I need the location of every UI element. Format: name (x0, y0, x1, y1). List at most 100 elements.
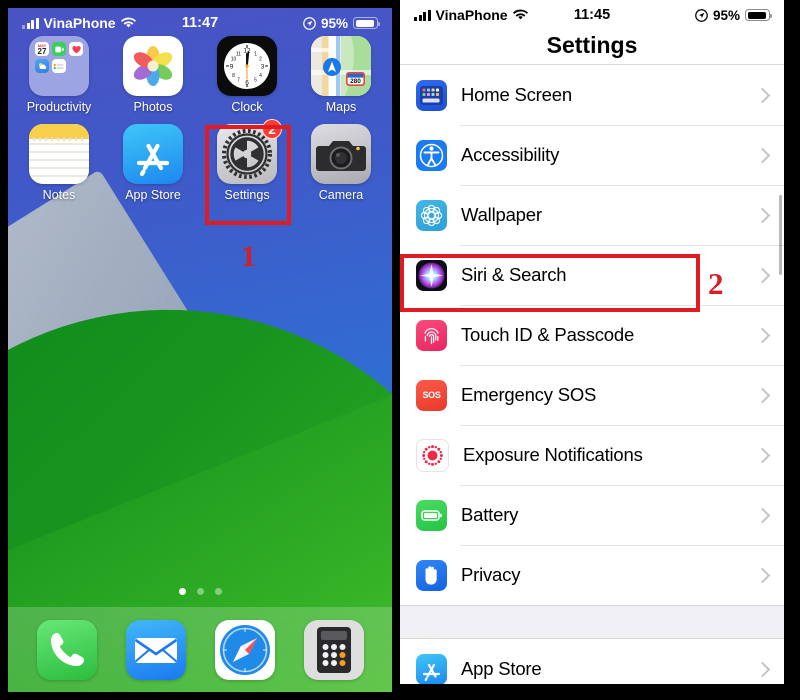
screenshot-root: VinaPhone 11:47 95% MAY 27 Productivity … (0, 0, 800, 700)
svg-text:11: 11 (236, 52, 241, 58)
app-icon-wrap: 280 (311, 36, 371, 96)
status-bar-right: 95% (303, 15, 380, 31)
settings-row-exposure-notifications[interactable]: Exposure Notifications (400, 425, 784, 485)
highlight-box-settings-app (205, 125, 291, 225)
battery-icon (353, 17, 380, 29)
clock-icon: 12 3 6 9 1 2 4 5 7 8 10 11 (217, 36, 277, 96)
page-indicator-dots[interactable] (8, 588, 392, 595)
svg-text:6: 6 (245, 80, 249, 87)
app-app-store[interactable]: App Store (106, 124, 200, 202)
chevron-right-icon (754, 267, 771, 283)
settings-row-label: Wallpaper (461, 204, 542, 225)
settings-row-label: Accessibility (461, 144, 560, 165)
location-arrow-icon (695, 8, 708, 22)
settings-row-battery[interactable]: Battery (400, 485, 784, 545)
wifi-icon (512, 9, 528, 20)
carrier-name: VinaPhone (435, 7, 508, 23)
settings-row-label: Home Screen (461, 84, 572, 105)
weather-icon (35, 59, 49, 73)
chevron-right-icon (754, 447, 771, 463)
maps-icon: 280 (311, 36, 371, 96)
app-clock[interactable]: 12 3 6 9 1 2 4 5 7 8 10 11 Clock (200, 36, 294, 114)
folder-productivity-icon: MAY 27 (29, 36, 89, 96)
calculator-icon (303, 619, 364, 680)
health-icon (69, 42, 83, 56)
app-maps[interactable]: 280 Maps (294, 36, 388, 114)
dock-app-safari[interactable] (214, 619, 275, 680)
settings-row-emergency-sos[interactable]: SOS Emergency SOS (400, 365, 784, 425)
page-dot-3[interactable] (214, 588, 222, 595)
app-label: App Store (125, 188, 181, 202)
list-scroll-indicator[interactable] (778, 195, 782, 275)
chevron-right-icon (754, 327, 771, 343)
exposure-notifications-icon (416, 438, 449, 472)
cellular-bars-icon (22, 17, 39, 29)
app-icon-wrap (311, 124, 371, 184)
app-label: Camera (318, 188, 364, 202)
chevron-right-icon (754, 87, 771, 103)
dock-app-phone[interactable] (36, 619, 97, 680)
page-title: Settings (400, 26, 784, 64)
app-photos[interactable]: Photos (106, 36, 200, 114)
annotation-number-1: 1 (241, 240, 256, 273)
settings-row-label: Exposure Notifications (463, 444, 643, 465)
chevron-right-icon (754, 147, 771, 163)
status-bar-left: VinaPhone (22, 15, 136, 31)
home-screen-icon (416, 79, 447, 111)
app-store-icon (123, 124, 183, 184)
battery-percent: 95% (712, 7, 740, 23)
app-notes[interactable]: Notes (12, 124, 106, 202)
chevron-right-icon (754, 567, 771, 583)
battery-icon (745, 9, 772, 21)
svg-text:8: 8 (232, 73, 235, 79)
app-icon-wrap: MAY 27 (29, 36, 89, 96)
chevron-right-icon (754, 507, 771, 523)
app-camera[interactable]: Camera (294, 124, 388, 202)
app-icon-wrap (123, 36, 183, 96)
highlight-box-touch-id-row (400, 254, 700, 312)
dock-app-calculator[interactable] (303, 619, 364, 680)
battery-settings-icon (416, 499, 447, 531)
right-phone-screen: VinaPhone 11:45 95% Settings Home Screen… (400, 0, 784, 684)
chevron-right-icon (754, 661, 771, 677)
chevron-right-icon (754, 387, 771, 403)
settings-row-touch-id-passcode[interactable]: Touch ID & Passcode (400, 305, 784, 365)
svg-text:2: 2 (259, 57, 262, 63)
svg-text:9: 9 (230, 64, 234, 71)
facetime-icon (52, 42, 66, 56)
page-dot-1[interactable] (178, 588, 186, 595)
svg-text:4: 4 (259, 73, 262, 79)
touch-id-fingerprint-icon (416, 319, 447, 351)
home-dock (8, 607, 392, 692)
settings-row-accessibility[interactable]: Accessibility (400, 125, 784, 185)
app-icon-wrap (29, 124, 89, 184)
app-icon-wrap (123, 124, 183, 184)
dock-app-mail[interactable] (125, 619, 186, 680)
settings-row-label: Privacy (461, 564, 521, 585)
wifi-icon (120, 17, 136, 28)
annotation-number-2: 2 (708, 266, 724, 301)
app-label: Notes (42, 188, 76, 202)
settings-row-label: Battery (461, 504, 519, 525)
wallpaper-icon (416, 199, 447, 231)
app-productivity[interactable]: MAY 27 Productivity (12, 36, 106, 114)
status-bar-left: VinaPhone (414, 7, 528, 23)
app-label: Maps (325, 100, 357, 114)
settings-row-privacy[interactable]: Privacy (400, 545, 784, 605)
settings-row-app-store[interactable]: App Store (400, 639, 784, 684)
app-label: Clock (231, 100, 263, 114)
page-dot-2[interactable] (196, 588, 204, 595)
calendar-icon: MAY 27 (35, 42, 49, 56)
sos-icon: SOS (416, 379, 447, 411)
settings-row-wallpaper[interactable]: Wallpaper (400, 185, 784, 245)
settings-row-home-screen[interactable]: Home Screen (400, 65, 784, 125)
status-bar-right: 95% (695, 7, 772, 23)
safari-compass-icon (214, 619, 275, 680)
camera-icon (311, 124, 371, 184)
svg-text:7: 7 (237, 78, 240, 84)
notes-icon (29, 124, 89, 184)
battery-percent: 95% (320, 15, 348, 31)
left-phone-screen: VinaPhone 11:47 95% MAY 27 Productivity … (8, 8, 392, 692)
phone-icon (36, 619, 97, 680)
settings-row-label: Touch ID & Passcode (461, 324, 635, 345)
